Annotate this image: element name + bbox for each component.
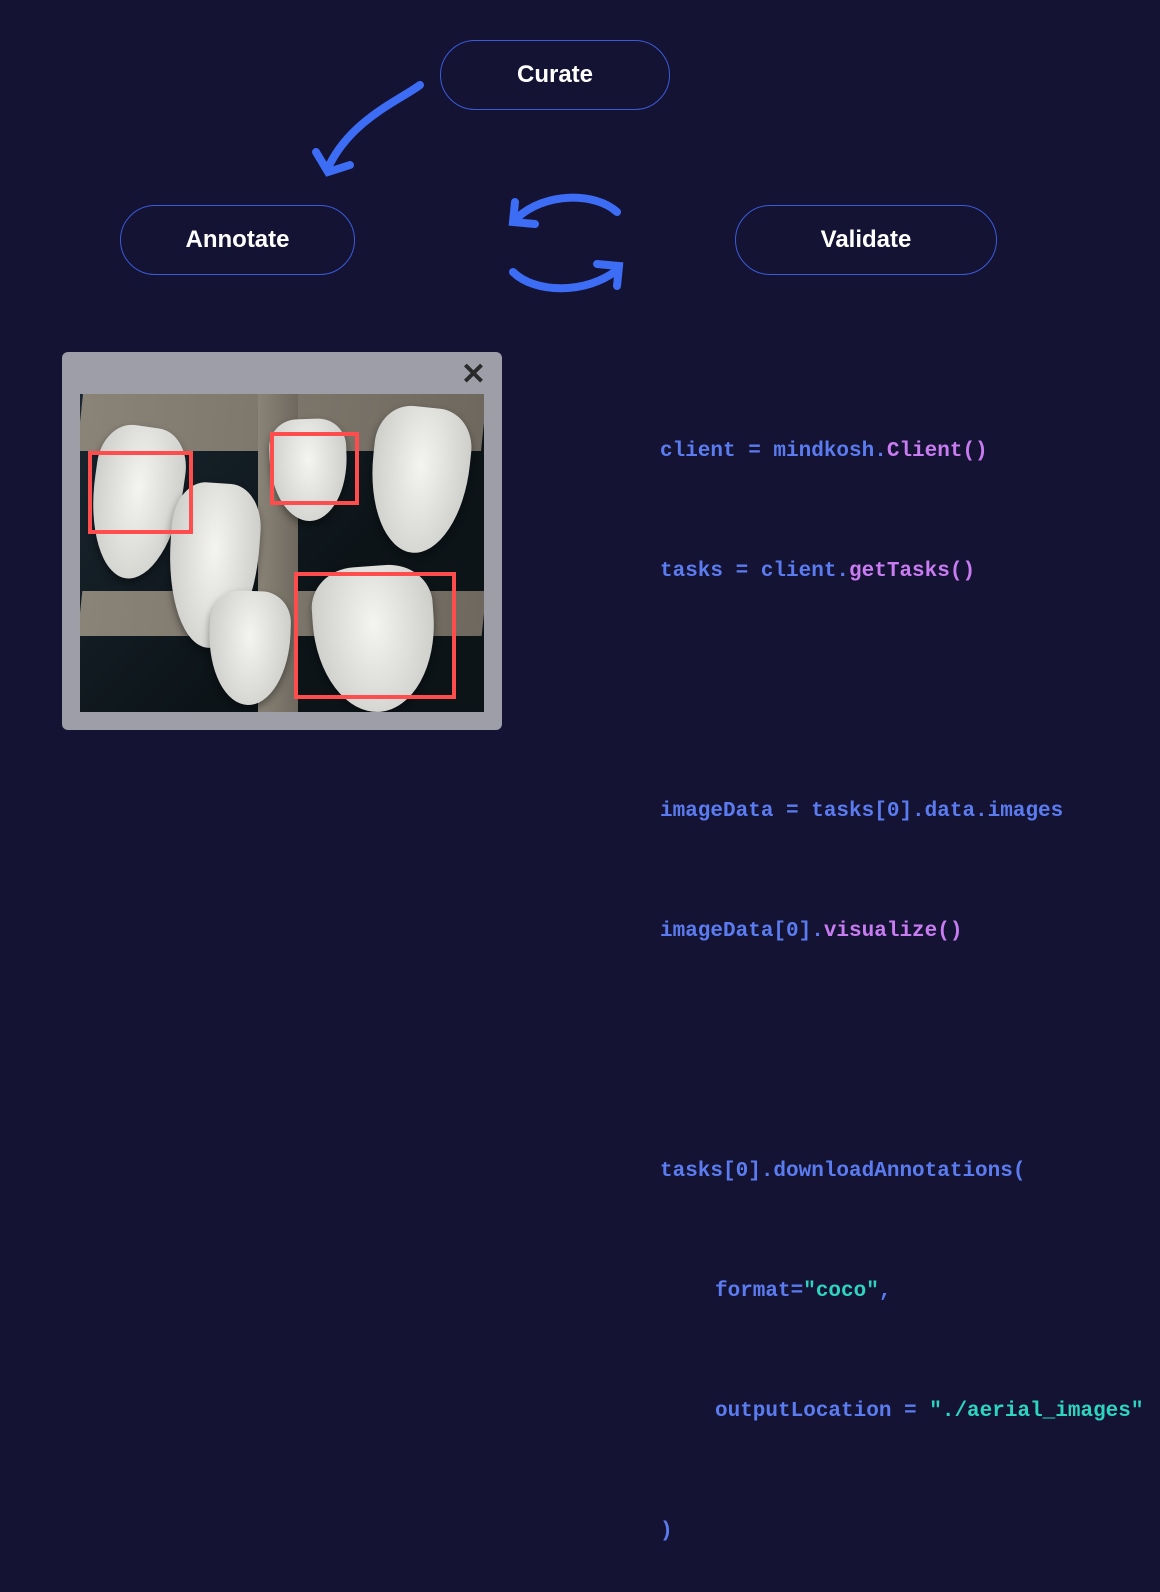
code-blank-2 [660, 1032, 1130, 1072]
code-line-4: imageData[0].visualize() [660, 912, 1130, 952]
code-line-1: client = mindkosh.Client() [660, 432, 1130, 472]
code-line-2: tasks = client.getTasks() [660, 552, 1130, 592]
pill-annotate-label: Annotate [186, 226, 290, 254]
bounding-box [270, 432, 359, 505]
code-line-3: imageData = tasks[0].data.images [660, 792, 1130, 832]
annotated-image [80, 394, 484, 712]
pill-validate: Validate [735, 205, 997, 275]
code-sample: client = mindkosh.Client() tasks = clien… [660, 352, 1130, 1592]
close-icon[interactable]: ✕ [461, 360, 486, 390]
pill-curate-label: Curate [517, 61, 593, 89]
cycle-arrows-icon [495, 190, 635, 300]
pill-validate-label: Validate [821, 226, 912, 254]
arrow-curate-to-annotate [310, 80, 450, 190]
code-line-6: format="coco", [660, 1272, 1130, 1312]
bounding-box [294, 572, 456, 699]
code-line-5: tasks[0].downloadAnnotations( [660, 1152, 1130, 1192]
bounding-box [88, 451, 193, 534]
image-annotation-panel: ✕ [62, 352, 502, 730]
code-line-8: ) [660, 1512, 1130, 1552]
code-blank-1 [660, 672, 1130, 712]
pill-annotate: Annotate [120, 205, 355, 275]
pill-curate: Curate [440, 40, 670, 110]
code-line-7: outputLocation = "./aerial_images" [660, 1392, 1130, 1432]
